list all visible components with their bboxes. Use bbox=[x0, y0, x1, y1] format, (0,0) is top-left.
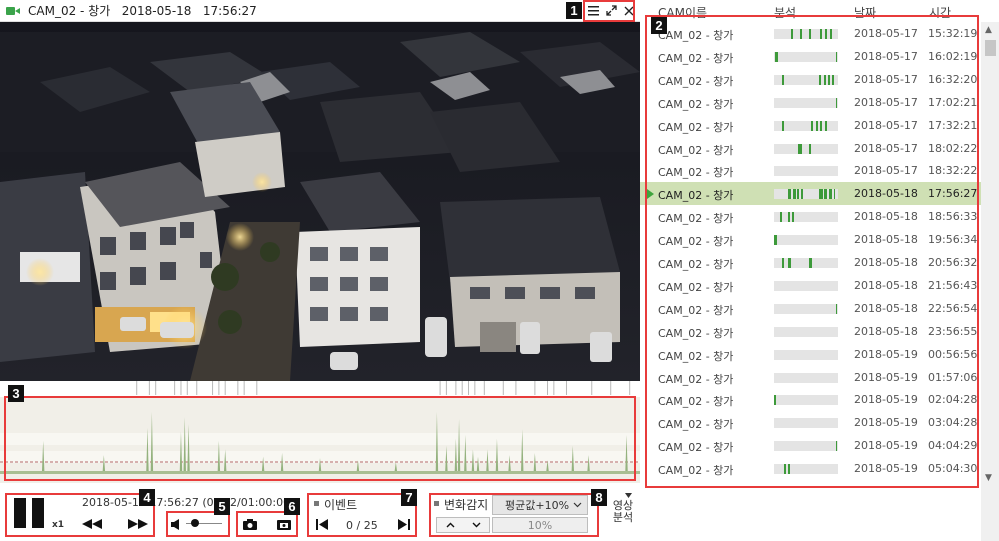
callout-badge-7: 7 bbox=[401, 489, 417, 506]
recording-list-panel: CAM이름 분석 날짜 시간 CAM_02 - 창가 2018-05-17 15:3… bbox=[640, 0, 999, 541]
threshold-select[interactable]: 평균값+10% bbox=[492, 495, 588, 515]
callout-box-3 bbox=[4, 396, 636, 481]
camera-icon[interactable] bbox=[242, 517, 258, 531]
playback-controls: 4 2018-05-18 17:56:27 (00: x1 5 6 2/01:0… bbox=[0, 483, 640, 541]
callout-badge-1: 1 bbox=[566, 2, 582, 19]
callout-box-2 bbox=[645, 15, 979, 488]
event-counter: 0 / 25 bbox=[346, 519, 378, 532]
video-feed[interactable] bbox=[0, 22, 640, 381]
list-scrollbar[interactable]: ▲ ▼ bbox=[981, 22, 999, 541]
save-snapshot-icon[interactable] bbox=[276, 517, 292, 531]
window-controls: 1 bbox=[566, 0, 636, 22]
cctv-viewer-app: CAM_02 - 창가 2018-05-18 17:56:27 1 4 2018… bbox=[0, 0, 999, 541]
callout-box-1 bbox=[583, 0, 635, 22]
change-detect-label: 변화감지 bbox=[444, 498, 489, 512]
chevron-up-icon[interactable] bbox=[437, 518, 463, 532]
camera-status-icon bbox=[6, 6, 20, 16]
timeline-ruler bbox=[0, 381, 640, 397]
scroll-down-icon[interactable]: ▼ bbox=[985, 473, 992, 483]
playback-speed[interactable]: x1 bbox=[52, 520, 64, 530]
change-detect-checkbox[interactable] bbox=[434, 501, 439, 506]
video-title-bar: CAM_02 - 창가 2018-05-18 17:56:27 1 bbox=[0, 0, 640, 22]
skip-forward-icon[interactable] bbox=[396, 517, 412, 531]
threshold-percent: 10% bbox=[527, 518, 553, 532]
pause-icon[interactable] bbox=[12, 497, 48, 529]
triangle-down-icon bbox=[625, 493, 632, 498]
rewind-icon[interactable] bbox=[78, 517, 106, 531]
callout-badge-4: 4 bbox=[139, 489, 155, 506]
video-title: CAM_02 - 창가 2018-05-18 17:56:27 bbox=[28, 4, 257, 18]
stepper-down-icon[interactable] bbox=[463, 518, 489, 532]
callout-badge-3: 3 bbox=[8, 385, 24, 402]
callout-badge-6: 6 bbox=[284, 498, 300, 515]
playback-timestamp-right: 2/01:00:00 bbox=[230, 496, 291, 509]
callout-badge-2: 2 bbox=[651, 17, 667, 34]
video-analysis-toggle[interactable]: 영상 분석 bbox=[611, 491, 635, 533]
threshold-select-value: 평균값+10% bbox=[505, 499, 570, 512]
skip-back-icon[interactable] bbox=[314, 517, 330, 531]
night-street-scene bbox=[0, 22, 640, 381]
scroll-up-icon[interactable]: ▲ bbox=[985, 25, 992, 35]
fast-forward-icon[interactable] bbox=[124, 517, 152, 531]
threshold-percent-field[interactable]: 10% bbox=[492, 517, 588, 533]
scrollbar-thumb[interactable] bbox=[985, 40, 996, 56]
events-label: 이벤트 bbox=[324, 498, 358, 512]
callout-badge-5: 5 bbox=[214, 498, 230, 515]
event-checkbox[interactable] bbox=[314, 501, 319, 506]
chevron-down-icon bbox=[573, 502, 582, 508]
video-analysis-label-2: 분석 bbox=[612, 511, 634, 524]
volume-slider-knob[interactable] bbox=[191, 519, 199, 527]
speaker-icon[interactable] bbox=[170, 517, 182, 531]
callout-badge-8: 8 bbox=[591, 489, 607, 506]
